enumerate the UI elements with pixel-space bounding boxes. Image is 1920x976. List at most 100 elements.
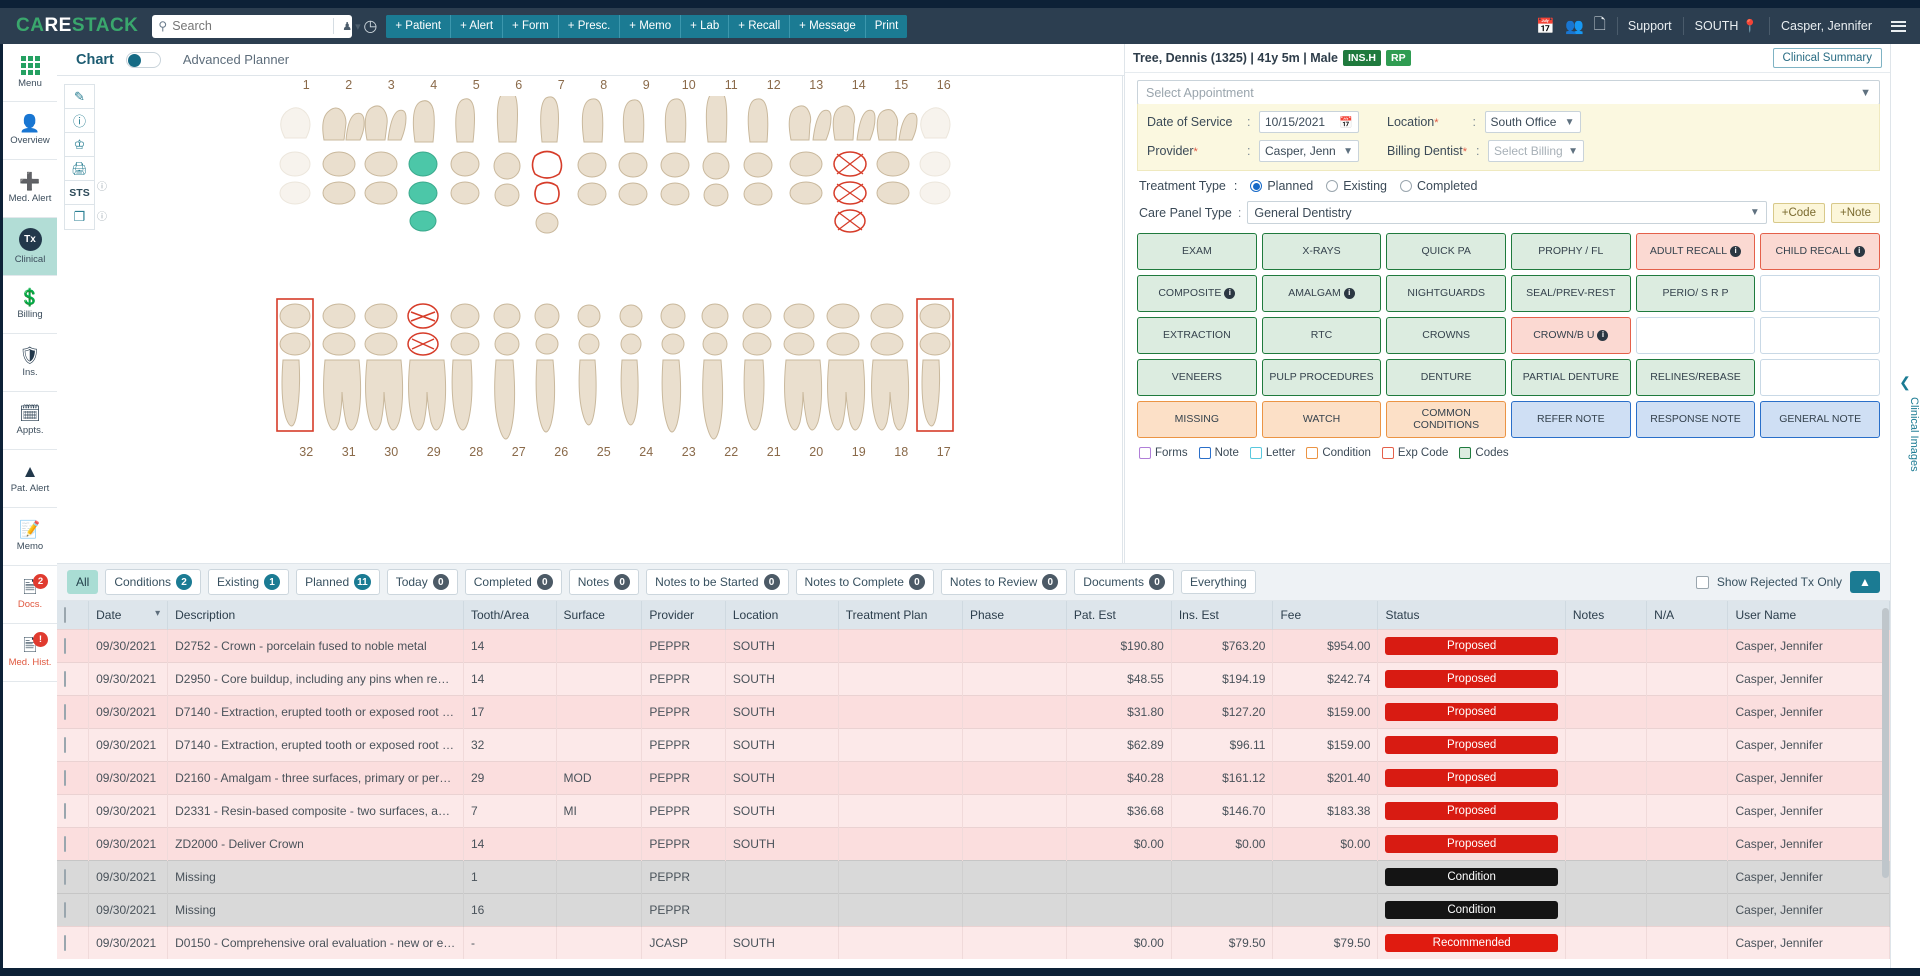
filter-tab-completed[interactable]: Completed 0 — [464, 569, 562, 595]
code-button-xrays[interactable]: X-RAYS — [1261, 233, 1382, 270]
code-button-watch[interactable]: WATCH — [1261, 401, 1382, 438]
action-add-alert[interactable]: + Alert — [451, 14, 504, 38]
code-button-veneers[interactable]: VENEERS — [1137, 359, 1257, 396]
people-icon[interactable]: 👥 — [1560, 17, 1589, 35]
add-note-button[interactable]: +Note — [1830, 202, 1880, 223]
code-button-general-note[interactable]: GENERAL NOTE — [1760, 401, 1880, 438]
tooth-number[interactable]: 4 — [413, 78, 456, 92]
chart-planner-toggle[interactable] — [125, 51, 161, 68]
tooth-number[interactable]: 8 — [583, 78, 626, 92]
sidebar-item-med-hist[interactable]: 🖹 ! Med. Hist. — [3, 624, 57, 682]
tooth-number[interactable]: 6 — [498, 78, 541, 92]
column-notes[interactable]: Notes — [1565, 601, 1648, 630]
column-location[interactable]: Location — [725, 601, 839, 630]
care-panel-type-select[interactable]: General Dentistry ▼ — [1247, 201, 1767, 224]
cell-description[interactable]: D2331 - Resin-based composite - two surf… — [167, 794, 464, 828]
tooth-number[interactable]: 10 — [668, 78, 711, 92]
action-add-presc[interactable]: + Presc. — [558, 14, 621, 38]
current-user[interactable]: Casper, Jennifer — [1768, 17, 1883, 35]
filter-tab-everything[interactable]: Everything — [1181, 570, 1256, 594]
tooth-number[interactable]: 22 — [710, 445, 753, 459]
sidebar-item-appointments[interactable]: 🗓 Appts. — [3, 392, 57, 450]
cell-description[interactable]: D0150 - Comprehensive oral evaluation - … — [167, 926, 464, 959]
filter-tab-notes-to-complete[interactable]: Notes to Complete 0 — [795, 569, 934, 595]
info-icon[interactable]: i — [1224, 288, 1236, 299]
code-button-crown-bu[interactable]: CROWN/B Ui — [1510, 317, 1631, 354]
tooth-number[interactable]: 32 — [285, 445, 328, 459]
table-row[interactable]: 09/30/2021 Missing 16 PEPPR Condition Ca… — [57, 893, 1890, 927]
sidebar-item-docs[interactable]: 🗎 2 Docs. — [3, 566, 57, 624]
tooth-number[interactable]: 14 — [838, 78, 881, 92]
radio-planned[interactable]: Planned — [1250, 179, 1313, 193]
tooth-chart-area[interactable]: ✎ ⓘ ♔ 🖨 STS ❐ ⓘ ⓘ 1 2 3 4 5 6 7 8 9 10 1… — [57, 76, 1123, 563]
chevron-left-icon[interactable]: ❮ — [1890, 374, 1920, 391]
column-phase[interactable]: Phase — [962, 601, 1067, 630]
code-button-pulp-procedures[interactable]: PULP PROCEDURES — [1261, 359, 1382, 396]
table-row[interactable]: 09/30/2021 ZD2000 - Deliver Crown 14 PEP… — [57, 827, 1890, 861]
code-button-response-note[interactable]: RESPONSE NOTE — [1635, 401, 1756, 438]
filter-tab-planned[interactable]: Planned 11 — [296, 569, 380, 595]
action-add-lab[interactable]: + Lab — [681, 14, 730, 38]
billing-dentist-select[interactable]: Select Billing ▼ — [1488, 140, 1585, 162]
date-of-service-input[interactable]: 10/15/2021 📅 — [1259, 111, 1359, 133]
provider-select[interactable]: Casper, Jenn ▼ — [1259, 140, 1359, 162]
tooth-number[interactable]: 5 — [455, 78, 498, 92]
cell-description[interactable]: D2950 - Core buildup, including any pins… — [167, 662, 464, 696]
sts-info-icon[interactable]: ⓘ — [97, 178, 107, 193]
tooth-number[interactable]: 13 — [795, 78, 838, 92]
column-surface[interactable]: Surface — [556, 601, 643, 630]
tooth-number[interactable]: 28 — [455, 445, 498, 459]
tooth-number[interactable]: 2 — [328, 78, 371, 92]
tooth-number[interactable]: 26 — [540, 445, 583, 459]
info-icon[interactable]: i — [454, 772, 463, 784]
column-description[interactable]: Description — [167, 601, 464, 630]
collapse-panel-button[interactable]: ▲ — [1850, 571, 1880, 593]
filter-tab-conditions[interactable]: Conditions 2 — [105, 569, 202, 595]
sidebar-item-patient-alert[interactable]: ▲ Pat. Alert — [3, 450, 57, 508]
sidebar-item-clinical[interactable]: Tx Clinical — [3, 218, 57, 276]
tooth-number[interactable]: 31 — [328, 445, 371, 459]
cell-description[interactable]: D7140 - Extraction, erupted tooth or exp… — [167, 695, 464, 729]
code-button-perio-srp[interactable]: PERIO/ S R P — [1635, 275, 1756, 312]
tooth-number[interactable]: 16 — [923, 78, 966, 92]
radio-completed[interactable]: Completed — [1400, 179, 1477, 193]
cell-description[interactable]: Missing — [167, 893, 464, 927]
sidebar-item-overview[interactable]: 👤 Overview — [3, 102, 57, 160]
action-add-form[interactable]: + Form — [503, 14, 559, 38]
row-checkbox[interactable] — [64, 869, 66, 885]
row-checkbox[interactable] — [64, 836, 66, 852]
table-row[interactable]: 09/30/2021 Missing 1 PEPPR Condition Cas… — [57, 860, 1890, 894]
location-selector[interactable]: SOUTH 📍 — [1682, 17, 1769, 35]
tooth-number[interactable]: 1 — [285, 78, 328, 92]
tooth-icon[interactable]: ♔ — [65, 133, 94, 157]
code-button-missing[interactable]: MISSING — [1137, 401, 1257, 438]
sidebar-item-billing[interactable]: 💲 Billing — [3, 276, 57, 334]
filter-tab-notes-to-be-started[interactable]: Notes to be Started 0 — [646, 569, 789, 595]
tooth-number[interactable]: 29 — [413, 445, 456, 459]
code-button-nightguards[interactable]: NIGHTGUARDS — [1386, 275, 1506, 312]
lower-arch-graphic[interactable] — [257, 294, 997, 494]
table-row[interactable]: 09/30/2021 D2160 - Amalgam - three surfa… — [57, 761, 1890, 795]
cell-description[interactable]: D7140 - Extraction, erupted tooth or exp… — [167, 728, 464, 762]
column-na[interactable]: N/A — [1646, 601, 1729, 630]
code-button-prophy-fl[interactable]: PROPHY / FL — [1510, 233, 1631, 270]
sidebar-item-med-alert[interactable]: ➕ Med. Alert — [3, 160, 57, 218]
add-code-button[interactable]: +Code — [1772, 202, 1825, 223]
action-add-patient[interactable]: + Patient — [386, 14, 452, 38]
info-icon[interactable]: i — [458, 673, 463, 685]
code-button-quick-pa[interactable]: QUICK PA — [1386, 233, 1506, 270]
tooth-number[interactable]: 3 — [370, 78, 413, 92]
column-treatment-plan[interactable]: Treatment Plan — [838, 601, 963, 630]
filter-tab-documents[interactable]: Documents 0 — [1074, 569, 1174, 595]
row-checkbox[interactable] — [64, 638, 66, 654]
row-checkbox[interactable] — [64, 770, 66, 786]
tooth-number[interactable]: 30 — [370, 445, 413, 459]
row-checkbox[interactable] — [64, 671, 66, 687]
copy-icon[interactable]: 🗋 — [1589, 14, 1611, 39]
code-button-extraction[interactable]: EXTRACTION — [1137, 317, 1257, 354]
tooth-number[interactable]: 20 — [795, 445, 838, 459]
code-button-seal-prev-rest[interactable]: SEAL/PREV-REST — [1510, 275, 1631, 312]
layers-icon[interactable]: ❐ — [65, 205, 94, 229]
cell-description[interactable]: D2160 - Amalgam - three surfaces, primar… — [167, 761, 464, 795]
pencil-icon[interactable]: ✎ — [65, 85, 94, 109]
